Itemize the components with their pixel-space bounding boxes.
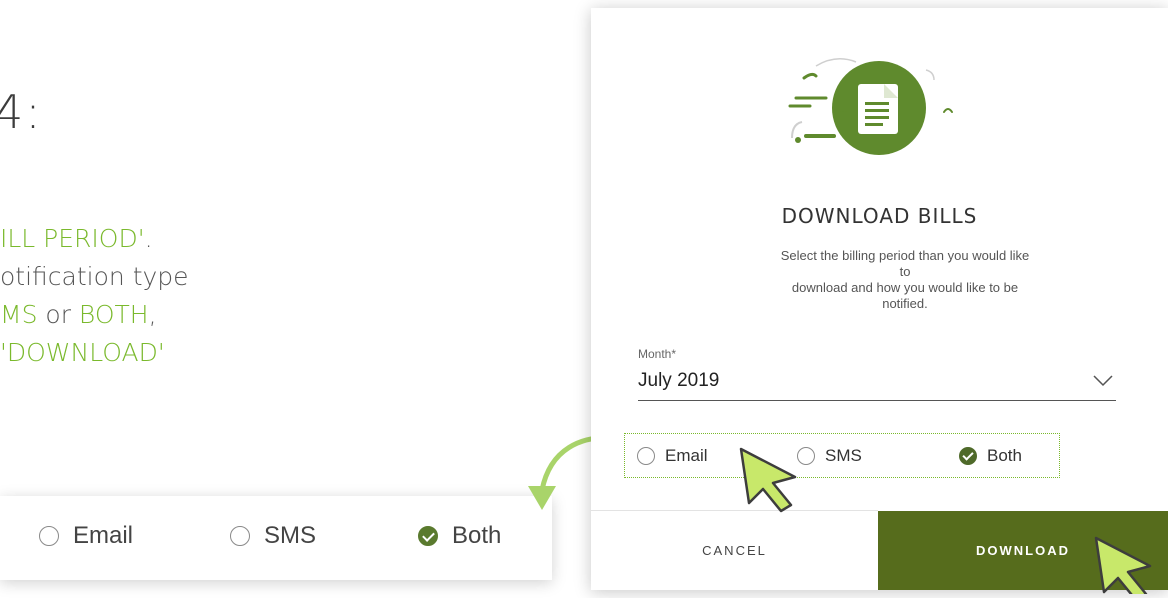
document-download-icon bbox=[788, 58, 953, 155]
pointer-cursor-icon bbox=[1094, 536, 1152, 594]
zoom-option-sms[interactable]: SMS bbox=[230, 522, 316, 550]
option-both[interactable]: Both bbox=[959, 446, 1022, 466]
option-sms[interactable]: SMS bbox=[797, 446, 862, 466]
month-value: July 2019 bbox=[638, 370, 720, 391]
instruction-line-3: MS or BOTH, bbox=[0, 300, 157, 329]
radio-email[interactable] bbox=[39, 526, 59, 546]
month-label: Month* bbox=[638, 347, 677, 361]
instruction-line-1: ILL PERIOD'. bbox=[0, 224, 153, 253]
radio-both-checked[interactable] bbox=[418, 526, 438, 546]
pointer-cursor-icon bbox=[739, 447, 797, 513]
instruction-line-2: otification type bbox=[0, 262, 189, 291]
step-heading: 4: bbox=[0, 85, 43, 139]
radio-sms[interactable] bbox=[230, 526, 250, 546]
notification-options: Email SMS Both bbox=[624, 433, 1060, 478]
download-bills-dialog: DOWNLOAD BILLS Select the billing period… bbox=[591, 8, 1168, 590]
month-select[interactable]: July 2019 bbox=[638, 368, 1116, 401]
instructions-text: ILL PERIOD'. otification type MS or BOTH… bbox=[0, 220, 189, 372]
radio-both-checked[interactable] bbox=[959, 447, 977, 465]
zoom-option-email[interactable]: Email bbox=[39, 522, 133, 550]
dialog-description: Select the billing period than you would… bbox=[780, 248, 1030, 311]
option-email[interactable]: Email bbox=[637, 446, 708, 466]
instruction-line-4: 'DOWNLOAD' bbox=[0, 338, 165, 367]
dialog-title: DOWNLOAD BILLS bbox=[781, 204, 978, 228]
zoomed-notification-options: Email SMS Both bbox=[0, 496, 552, 580]
chevron-down-icon bbox=[1093, 375, 1113, 387]
zoom-option-both[interactable]: Both bbox=[418, 522, 501, 550]
radio-email[interactable] bbox=[637, 447, 655, 465]
cancel-button[interactable]: CANCEL bbox=[591, 511, 878, 590]
